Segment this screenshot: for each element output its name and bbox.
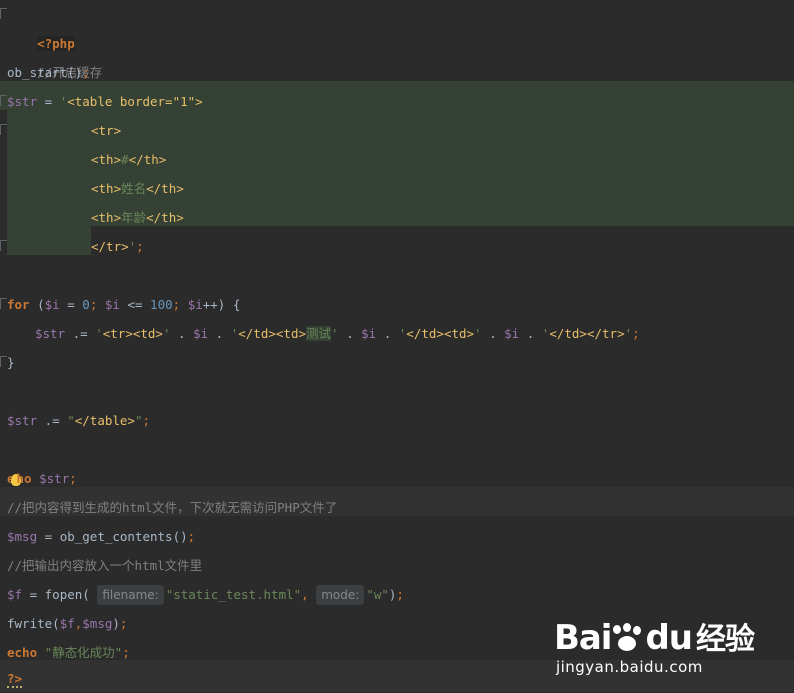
fold-icon[interactable] — [0, 95, 7, 106]
code-line[interactable]: for ($i = 0; $i <= 100; $i++) { — [7, 290, 240, 319]
code-line[interactable]: //开启缓存 — [7, 29, 102, 80]
code-line[interactable]: <tr> — [91, 116, 121, 145]
code-line[interactable]: $msg = ob_get_contents(); — [7, 522, 195, 551]
html-tag: <table border="1"> — [67, 94, 203, 109]
fold-icon[interactable] — [0, 298, 7, 309]
table-header-text: # — [121, 152, 129, 167]
code-line[interactable]: $f = fopen( filename: "static_test.html",… — [7, 580, 404, 609]
keyword: echo — [7, 645, 38, 660]
function-name: ob_start — [7, 65, 68, 80]
fold-icon[interactable] — [0, 8, 7, 19]
html-tag: <tr> — [91, 123, 122, 138]
code-line[interactable]: echo "静态化成功"; — [7, 638, 130, 667]
parameter-hint: filename: — [97, 585, 164, 605]
code-line[interactable]: } — [7, 348, 15, 377]
parameter-hint: mode: — [316, 585, 365, 605]
paw-icon — [611, 623, 645, 653]
fold-icon[interactable] — [0, 240, 7, 251]
code-line[interactable]: <th>#</th> — [91, 145, 166, 174]
comment: //把输出内容放入一个html文件里 — [7, 558, 203, 573]
table-header-text: 年龄 — [121, 210, 147, 225]
code-line[interactable]: $str .= "</table>"; — [7, 406, 150, 435]
fold-icon[interactable] — [0, 356, 7, 367]
keyword: for — [7, 297, 30, 312]
baidu-logo: Bai du 经验 — [553, 618, 755, 658]
test-text: 测试 — [306, 326, 332, 341]
baidu-watermark: Bai du 经验 jingyan.baidu.com — [553, 618, 755, 676]
function-name: fopen — [44, 587, 83, 602]
table-header-text: 姓名 — [121, 181, 147, 196]
code-line[interactable]: </tr>'; — [91, 232, 144, 261]
function-name: fwrite — [7, 616, 53, 631]
comment: //把内容得到生成的html文件，下次就无需访问PHP文件了 — [7, 500, 338, 515]
code-line[interactable]: ob_start(); — [7, 58, 90, 87]
code-line[interactable]: <th>年龄</th> — [91, 203, 184, 232]
code-line[interactable]: //把内容得到生成的html文件，下次就无需访问PHP文件了 — [7, 493, 337, 522]
code-line[interactable]: <th>姓名</th> — [91, 174, 184, 203]
code-line[interactable]: $str = '<table border="1"> — [7, 87, 203, 116]
fold-icon[interactable] — [0, 124, 7, 135]
code-line[interactable]: eho $str; — [7, 464, 77, 493]
code-line[interactable]: $str .= '<tr><td>' . $i . '</td><td>测试' … — [35, 319, 640, 348]
php-close-tag: ?> — [7, 671, 23, 688]
selection-highlight — [7, 226, 91, 255]
variable: $str — [7, 94, 38, 109]
code-line[interactable]: fwrite($f,$msg); — [7, 609, 127, 638]
code-line[interactable]: //把输出内容放入一个html文件里 — [7, 551, 202, 580]
function-name: ob_get_contents — [59, 529, 173, 544]
code-line[interactable]: <?php — [7, 0, 75, 51]
code-line[interactable]: ?> — [7, 664, 23, 693]
watermark-url: jingyan.baidu.com — [555, 658, 703, 676]
code-editor[interactable]: <?php //开启缓存 ob_start(); $str = '<table … — [0, 0, 794, 692]
